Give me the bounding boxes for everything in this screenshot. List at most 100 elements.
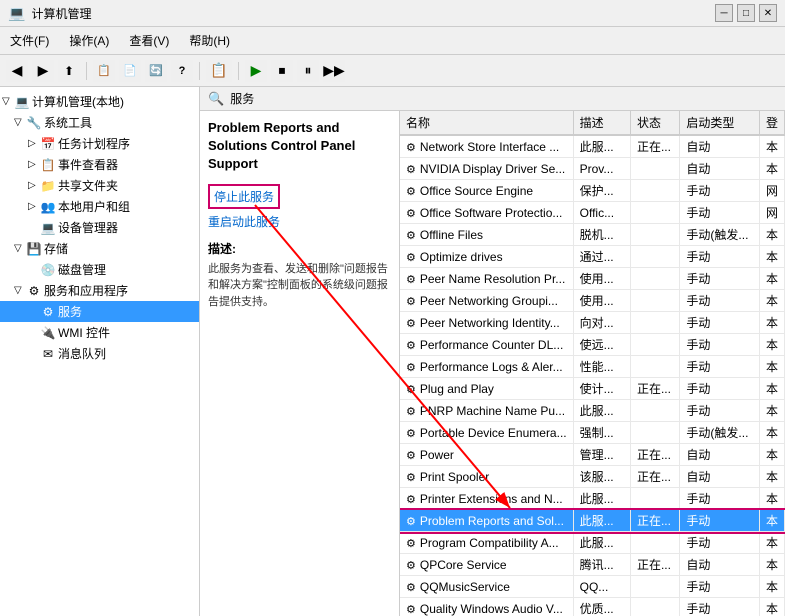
- task-icon: 📅: [40, 137, 56, 151]
- col-startup[interactable]: 启动类型: [680, 111, 760, 135]
- service-status-cell: [630, 400, 679, 422]
- tree-item-local-users[interactable]: ▷ 👥 本地用户和组: [0, 196, 199, 217]
- service-login-cell: 本: [759, 356, 784, 378]
- table-row[interactable]: ⚙Program Compatibility A...此服...手动本: [400, 532, 785, 554]
- restart-button[interactable]: ▶▶: [323, 60, 345, 82]
- menu-bar: 文件(F) 操作(A) 查看(V) 帮助(H): [0, 27, 785, 55]
- tree-item-shared-folders[interactable]: ▷ 📁 共享文件夹: [0, 175, 199, 196]
- toolbar: ◀ ▶ ⬆ 📋 📄 🔄 ? 📋 ▶ ⏹ ⏸ ▶▶: [0, 55, 785, 87]
- table-row[interactable]: ⚙Network Store Interface ...此服...正在...自动…: [400, 135, 785, 158]
- service-login-cell: 网: [759, 180, 784, 202]
- service-startup-cell: 手动: [680, 356, 760, 378]
- service-status-cell: 正在...: [630, 466, 679, 488]
- service-name-cell: ⚙PNRP Machine Name Pu...: [400, 400, 573, 422]
- service-desc-cell: 使计...: [573, 378, 630, 400]
- tree-item-wmi[interactable]: 🔌 WMI 控件: [0, 322, 199, 343]
- col-name[interactable]: 名称: [400, 111, 573, 135]
- pause-button[interactable]: ⏸: [297, 60, 319, 82]
- tree-root[interactable]: ▽ 💻 计算机管理(本地): [0, 91, 199, 112]
- tree-item-event-viewer[interactable]: ▷ 📋 事件查看器: [0, 154, 199, 175]
- service-login-cell: 本: [759, 334, 784, 356]
- stop-button[interactable]: ⏹: [271, 60, 293, 82]
- service-startup-cell: 手动: [680, 598, 760, 616]
- tree-item-services-apps[interactable]: ▽ ⚙ 服务和应用程序: [0, 280, 199, 301]
- table-row[interactable]: ⚙Peer Networking Identity...向对...手动本: [400, 312, 785, 334]
- services-table: 名称 描述 状态 启动类型 登 ⚙Network Store Interface…: [400, 111, 785, 616]
- table-row[interactable]: ⚙Offline Files脱机...手动(触发...本: [400, 224, 785, 246]
- service-name-cell: ⚙Optimize drives: [400, 246, 573, 268]
- tree-item-disk-mgmt[interactable]: 💿 磁盘管理: [0, 259, 199, 280]
- service-login-cell: 本: [759, 598, 784, 616]
- menu-help[interactable]: 帮助(H): [179, 29, 240, 52]
- col-login[interactable]: 登: [759, 111, 784, 135]
- service-status-cell: [630, 598, 679, 616]
- menu-file[interactable]: 文件(F): [0, 29, 59, 52]
- maximize-button[interactable]: □: [737, 4, 755, 22]
- browse-button[interactable]: 📋: [206, 60, 232, 82]
- table-row[interactable]: ⚙Office Source Engine保护...手动网: [400, 180, 785, 202]
- table-row[interactable]: ⚙Power管理...正在...自动本: [400, 444, 785, 466]
- back-button[interactable]: ◀: [6, 60, 28, 82]
- search-icon: 🔍: [208, 91, 224, 107]
- table-row[interactable]: ⚙QPCore Service腾讯...正在...自动本: [400, 554, 785, 576]
- table-row[interactable]: ⚙Office Software Protectio...Offic...手动网: [400, 202, 785, 224]
- col-desc[interactable]: 描述: [573, 111, 630, 135]
- storage-icon: 💾: [26, 242, 42, 256]
- table-row[interactable]: ⚙QQMusicServiceQQ...手动本: [400, 576, 785, 598]
- tree-item-services[interactable]: ⚙ 服务: [0, 301, 199, 322]
- tree-task-label: 任务计划程序: [58, 135, 130, 152]
- table-row[interactable]: ⚙NVIDIA Display Driver Se...Prov...自动本: [400, 158, 785, 180]
- service-desc-cell: 腾讯...: [573, 554, 630, 576]
- play-button[interactable]: ▶: [245, 60, 267, 82]
- help-button[interactable]: ?: [171, 60, 193, 82]
- table-row[interactable]: ⚙Quality Windows Audio V...优质...手动本: [400, 598, 785, 616]
- service-startup-cell: 手动: [680, 202, 760, 224]
- service-name-cell: ⚙Problem Reports and Sol...: [400, 510, 573, 532]
- tree-item-storage[interactable]: ▽ 💾 存储: [0, 238, 199, 259]
- service-icon: ⚙: [406, 516, 416, 528]
- service-login-cell: 本: [759, 488, 784, 510]
- service-desc-cell: 管理...: [573, 444, 630, 466]
- tree-item-device-manager[interactable]: 💻 设备管理器: [0, 217, 199, 238]
- service-name-cell: ⚙Quality Windows Audio V...: [400, 598, 573, 616]
- col-status[interactable]: 状态: [630, 111, 679, 135]
- menu-view[interactable]: 查看(V): [119, 29, 179, 52]
- restart-service-action[interactable]: 重启动此服务: [208, 215, 280, 229]
- table-row[interactable]: ⚙Portable Device Enumera...强制...手动(触发...…: [400, 422, 785, 444]
- properties-button[interactable]: 📄: [119, 60, 141, 82]
- service-desc-cell: 此服...: [573, 488, 630, 510]
- tree-item-task-scheduler[interactable]: ▷ 📅 任务计划程序: [0, 133, 199, 154]
- service-desc-cell: Prov...: [573, 158, 630, 180]
- table-row[interactable]: ⚙Plug and Play使计...正在...手动本: [400, 378, 785, 400]
- table-row[interactable]: ⚙Peer Networking Groupi...使用...手动本: [400, 290, 785, 312]
- close-button[interactable]: ✕: [759, 4, 777, 22]
- service-status-cell: 正在...: [630, 378, 679, 400]
- up-button[interactable]: ⬆: [58, 60, 80, 82]
- show-hide-button[interactable]: 📋: [93, 60, 115, 82]
- service-icon: ⚙: [406, 252, 416, 264]
- tree-item-message-queue[interactable]: ✉ 消息队列: [0, 343, 199, 364]
- table-row[interactable]: ⚙Optimize drives通过...手动本: [400, 246, 785, 268]
- content-area: Problem Reports and Solutions Control Pa…: [200, 111, 785, 616]
- table-row[interactable]: ⚙Performance Counter DL...使远...手动本: [400, 334, 785, 356]
- table-row[interactable]: ⚙Print Spooler该服...正在...自动本: [400, 466, 785, 488]
- table-row[interactable]: ⚙Problem Reports and Sol...此服...正在...手动本: [400, 510, 785, 532]
- service-icon: ⚙: [406, 274, 416, 286]
- minimize-button[interactable]: ─: [715, 4, 733, 22]
- table-row[interactable]: ⚙Performance Logs & Aler...性能...手动本: [400, 356, 785, 378]
- table-row[interactable]: ⚙Printer Extensions and N...此服...手动本: [400, 488, 785, 510]
- service-icon: ⚙: [406, 384, 416, 396]
- service-login-cell: 本: [759, 158, 784, 180]
- menu-action[interactable]: 操作(A): [59, 29, 119, 52]
- refresh-button[interactable]: 🔄: [145, 60, 167, 82]
- tree-item-system-tools[interactable]: ▽ 🔧 系统工具: [0, 112, 199, 133]
- forward-button[interactable]: ▶: [32, 60, 54, 82]
- table-row[interactable]: ⚙PNRP Machine Name Pu...此服...手动本: [400, 400, 785, 422]
- service-startup-cell: 自动: [680, 554, 760, 576]
- table-row[interactable]: ⚙Peer Name Resolution Pr...使用...手动本: [400, 268, 785, 290]
- service-login-cell: 本: [759, 532, 784, 554]
- stop-service-action[interactable]: 停止此服务: [210, 186, 278, 207]
- table-header-row: 名称 描述 状态 启动类型 登: [400, 111, 785, 135]
- service-login-cell: 本: [759, 268, 784, 290]
- tree-services-apps-arrow: ▽: [14, 285, 26, 296]
